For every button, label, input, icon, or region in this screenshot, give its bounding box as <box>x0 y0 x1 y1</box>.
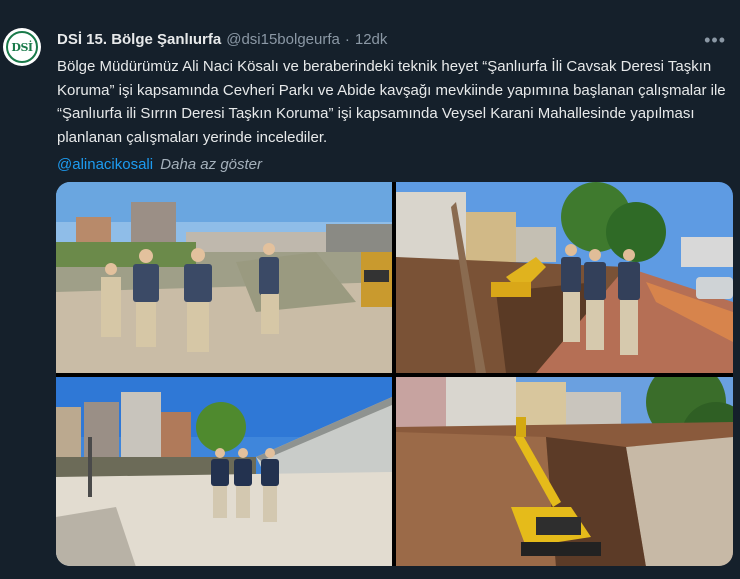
photo-2[interactable] <box>396 182 733 373</box>
show-less-button[interactable]: Daha az göster <box>160 156 262 173</box>
photo-1[interactable] <box>56 182 392 373</box>
tweet-card: DSİ DSİ 15. Bölge Şanlıurfa @dsi15bolgeu… <box>0 0 740 579</box>
tweet-footer-links: @alinacikosali Daha az göster <box>57 155 262 175</box>
media-grid <box>56 182 733 566</box>
mention-link[interactable]: @alinacikosali <box>57 156 153 173</box>
more-horizontal-icon[interactable]: ••• <box>704 30 726 51</box>
dsi-logo: DSİ <box>6 31 38 63</box>
photo-3[interactable] <box>56 377 392 566</box>
user-handle[interactable]: @dsi15bolgeurfa <box>226 31 340 48</box>
timestamp[interactable]: 12dk <box>355 31 388 48</box>
avatar-logo-text: DSİ <box>11 40 33 54</box>
separator-dot: · <box>344 31 350 48</box>
display-name[interactable]: DSİ 15. Bölge Şanlıurfa <box>57 31 221 48</box>
tweet-text: Bölge Müdürümüz Ali Naci Kösalı ve berab… <box>57 58 726 146</box>
tweet-header: DSİ 15. Bölge Şanlıurfa @dsi15bolgeurfa … <box>57 31 700 48</box>
photo-4[interactable] <box>396 377 733 566</box>
avatar[interactable]: DSİ <box>3 28 41 66</box>
